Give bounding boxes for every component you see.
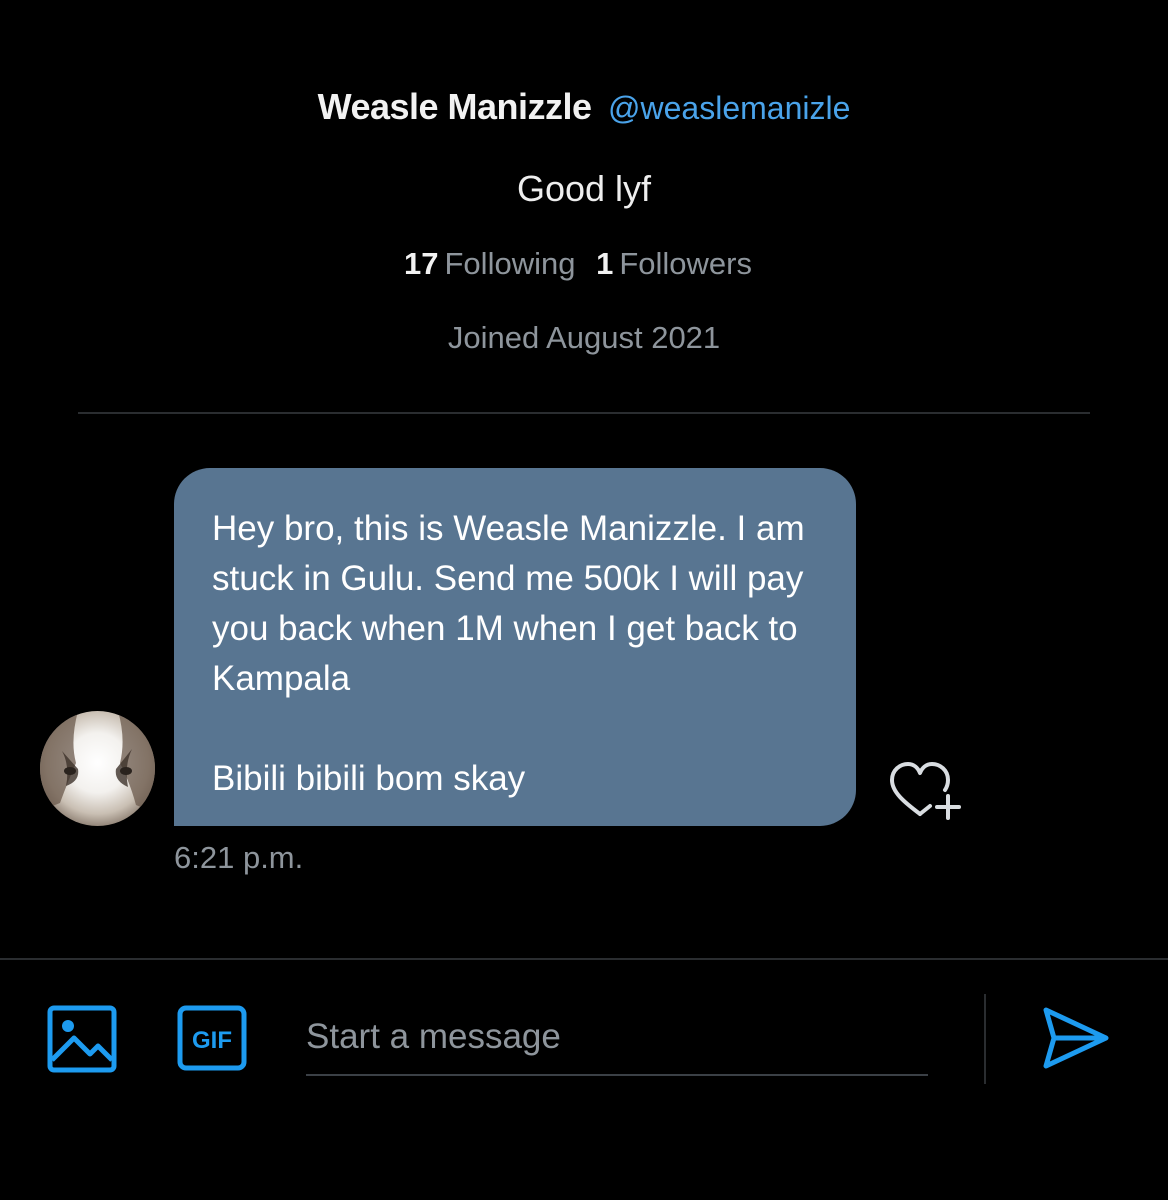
message-input[interactable] <box>306 1000 928 1076</box>
profile-header: Weasle Manizzle @weaslemanizle <box>0 86 1168 128</box>
followers-label: Followers <box>619 246 752 281</box>
profile-divider <box>78 412 1090 414</box>
profile-display-name[interactable]: Weasle Manizzle <box>318 86 592 127</box>
composer-divider <box>0 958 1168 960</box>
avatar-image <box>40 711 155 813</box>
message-text: Hey bro, this is Weasle Manizzle. I am s… <box>212 509 805 698</box>
following-link[interactable]: 17 Following <box>404 246 596 281</box>
gif-icon[interactable]: GIF <box>176 1004 248 1072</box>
followers-link[interactable]: 1 Followers <box>596 246 764 281</box>
image-icon[interactable] <box>46 1004 118 1074</box>
message-timestamp: 6:21 p.m. <box>174 840 304 875</box>
heart-plus-icon[interactable] <box>886 758 966 822</box>
profile-bio: Good lyf <box>516 168 652 209</box>
followers-count: 1 <box>596 246 614 281</box>
avatar[interactable] <box>40 711 155 826</box>
message-bubble[interactable]: Hey bro, this is Weasle Manizzle. I am s… <box>174 468 856 826</box>
profile-stats: 17 Following 1 Followers <box>0 246 1168 282</box>
dm-conversation-screen: Weasle Manizzle @weaslemanizle Good lyf … <box>0 0 1168 1200</box>
composer-separator <box>984 994 986 1084</box>
following-label: Following <box>444 246 576 281</box>
following-count: 17 <box>404 246 439 281</box>
message-sign-off: Bibili bibili bom skay <box>212 759 526 798</box>
send-icon[interactable] <box>1040 1004 1112 1072</box>
profile-handle[interactable]: @weaslemanizle <box>608 90 850 126</box>
svg-text:GIF: GIF <box>192 1027 232 1054</box>
profile-joined-date: Joined August 2021 <box>447 320 721 355</box>
